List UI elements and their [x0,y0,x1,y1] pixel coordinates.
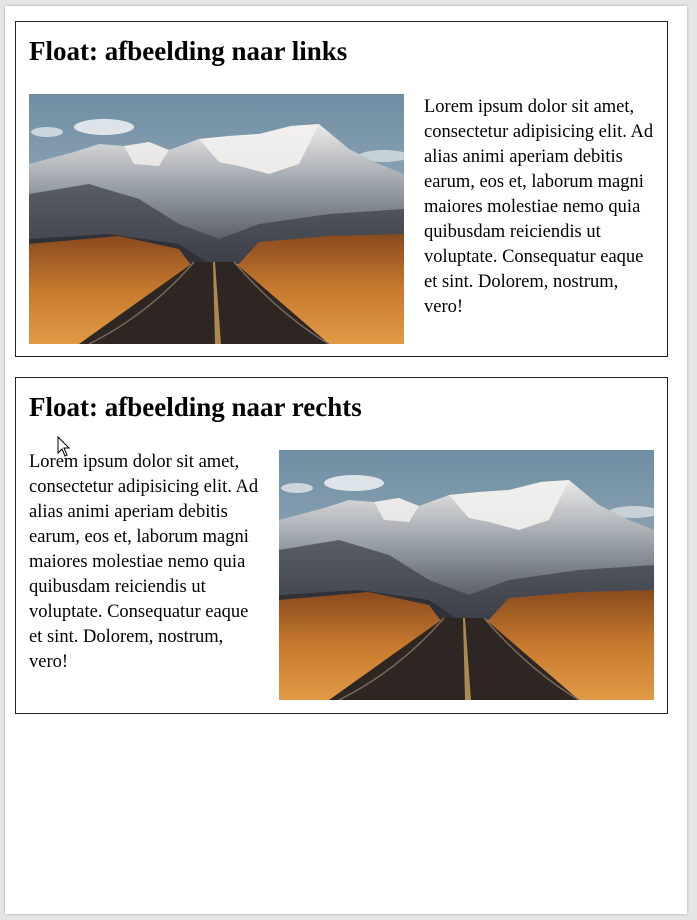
mountain-road-image-right [279,450,654,700]
section-text-left: Lorem ipsum dolor sit amet, consectetur … [424,97,654,317]
mouse-cursor-icon [57,436,71,457]
section-title-left: Float: afbeelding naar links [29,36,348,66]
section-title-right: Float: afbeelding naar rechts [29,392,362,422]
mountain-road-image-left [29,94,404,344]
float-right-section: Float: afbeelding naar rechts Lorem ipsu… [15,377,668,714]
browser-viewport: Float: afbeelding naar links Lorem ipsum… [5,6,687,914]
section-text-right: Lorem ipsum dolor sit amet, consectetur … [29,452,259,672]
float-left-section: Float: afbeelding naar links Lorem ipsum… [15,21,668,357]
